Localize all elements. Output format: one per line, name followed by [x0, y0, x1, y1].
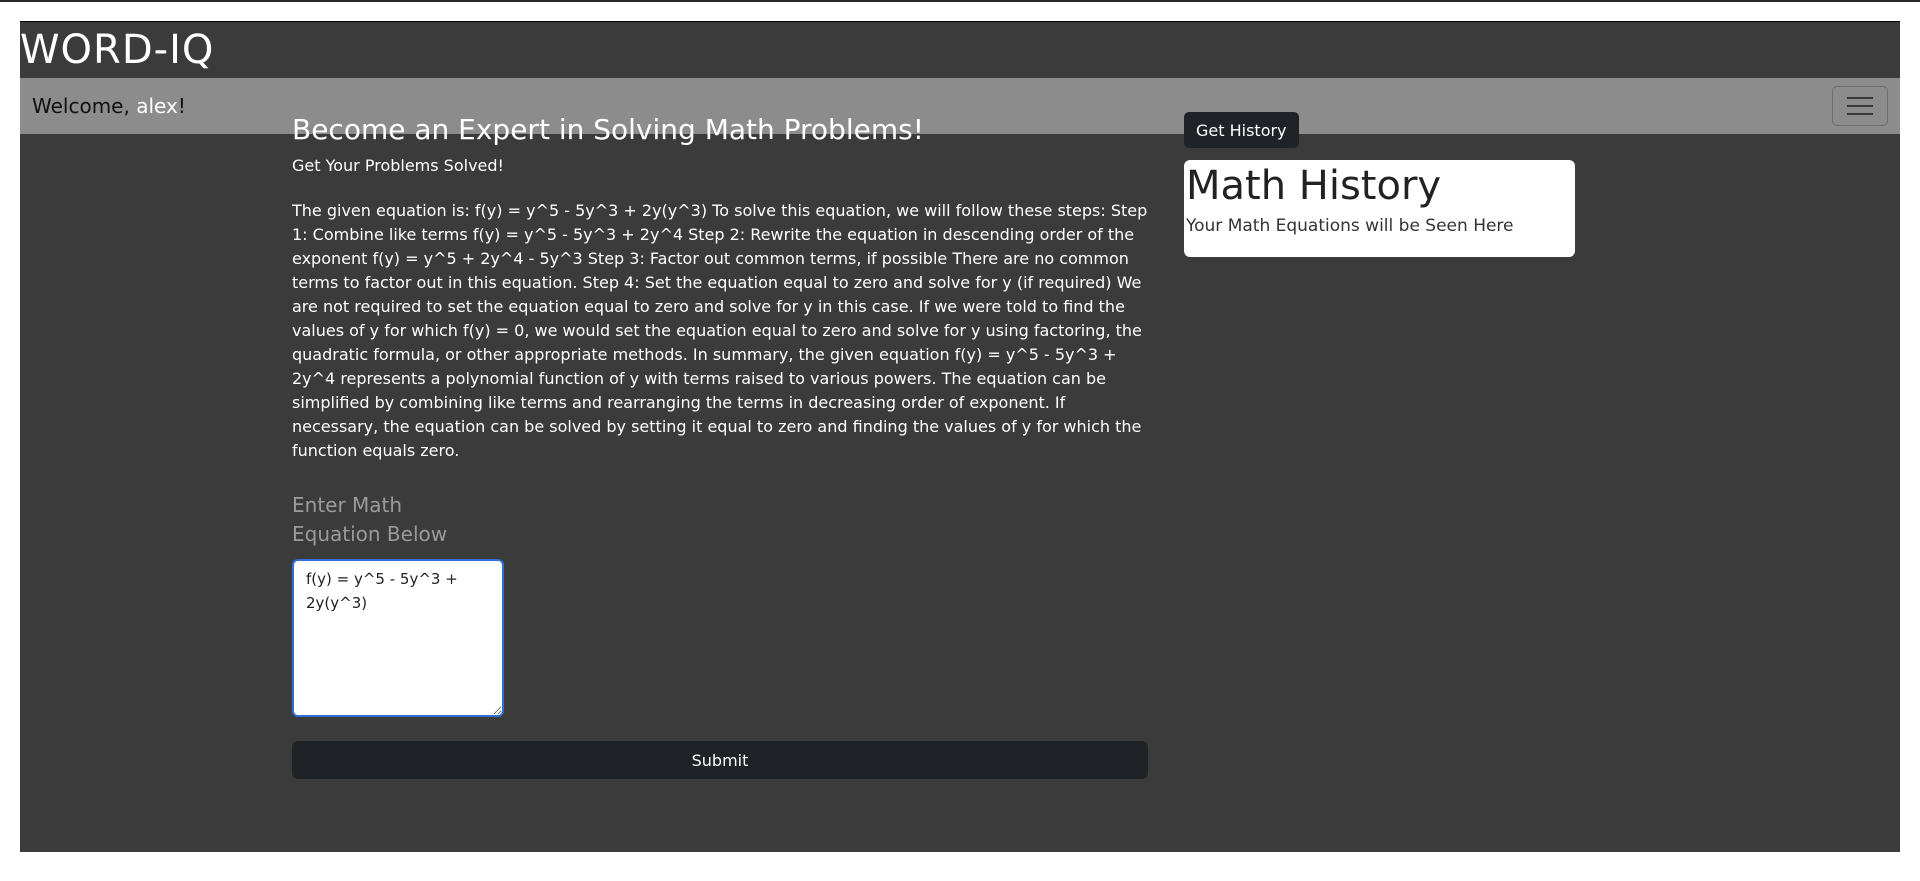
solution-text: The given equation is: f(y) = y^5 - 5y^3…: [292, 201, 1148, 460]
equation-input[interactable]: f(y) = y^5 - 5y^3 + 2y(y^3): [292, 559, 504, 717]
submit-button[interactable]: Submit: [292, 741, 1148, 779]
welcome-prefix: Welcome,: [32, 94, 137, 118]
hamburger-icon-line: [1847, 105, 1873, 107]
equation-field-label: Enter Math Equation Below: [292, 493, 448, 546]
welcome-message: Welcome, alex!: [32, 94, 186, 118]
username: alex: [136, 94, 178, 118]
top-border: [0, 0, 1920, 2]
history-placeholder-text: Your Math Equations will be Seen Here: [1186, 216, 1514, 236]
brand-bar: WORD-IQ: [20, 22, 1900, 78]
main-content: Become an Expert in Solving Math Problem…: [292, 112, 1148, 779]
history-panel: Get History Math History Your Math Equat…: [1184, 112, 1575, 257]
page-subtitle: Get Your Problems Solved!: [292, 156, 504, 175]
history-card: Math History Your Math Equations will be…: [1184, 160, 1575, 257]
history-title: Math History: [1186, 163, 1442, 209]
hamburger-icon-line: [1847, 97, 1873, 99]
get-history-button[interactable]: Get History: [1184, 112, 1299, 148]
page-title: Become an Expert in Solving Math Problem…: [292, 113, 924, 146]
menu-toggle-button[interactable]: [1832, 86, 1888, 126]
welcome-suffix: !: [177, 94, 186, 118]
brand-logo[interactable]: WORD-IQ: [20, 22, 214, 78]
hamburger-icon-line: [1847, 113, 1873, 115]
